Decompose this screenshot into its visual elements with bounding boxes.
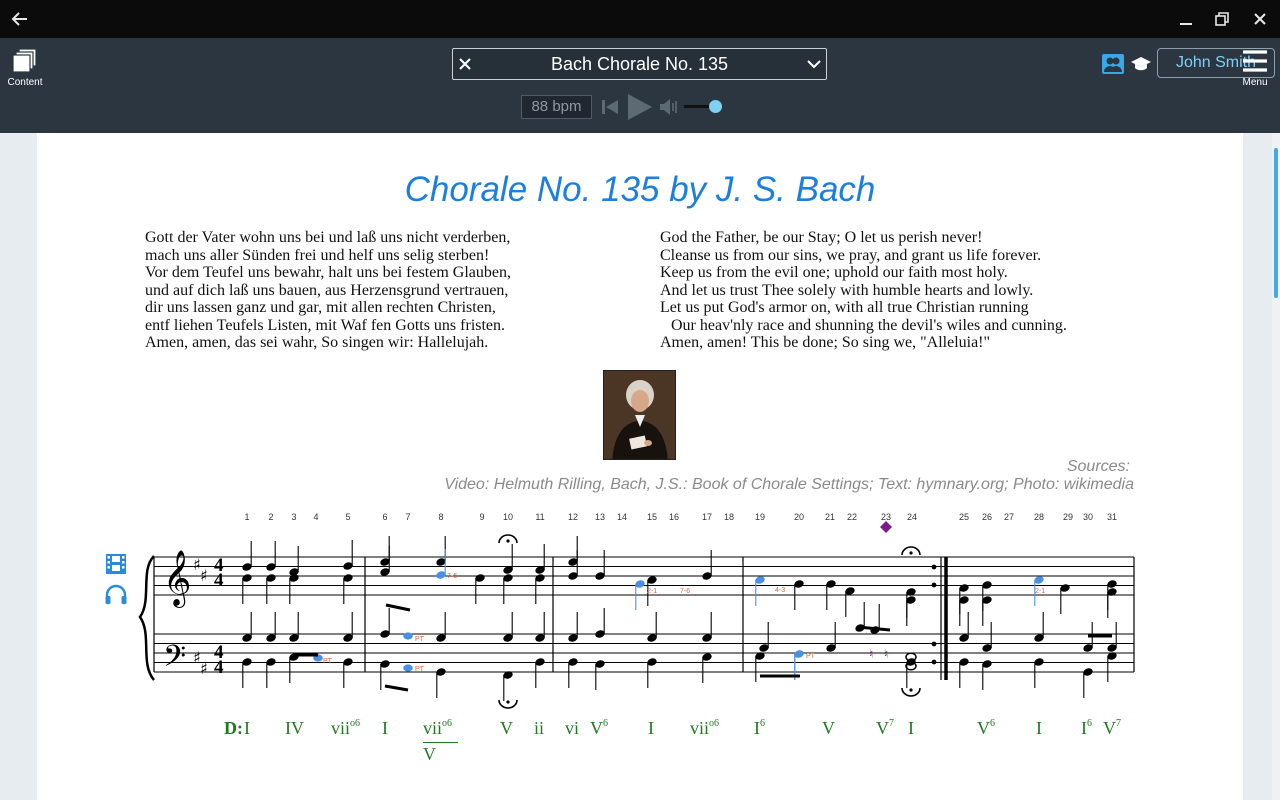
learn-mode-button[interactable] bbox=[1128, 52, 1154, 76]
mute-button[interactable] bbox=[658, 92, 680, 122]
annotation-pt: PT bbox=[415, 666, 425, 673]
annotation-suspension: 4-3 bbox=[775, 587, 785, 594]
close-icon bbox=[1254, 13, 1266, 25]
tempo-field[interactable]: 88 bpm bbox=[521, 95, 592, 119]
secondary-dominant-denominator: V bbox=[423, 744, 436, 764]
german-lyric-line: mach uns aller Sünden frei und helf uns … bbox=[145, 246, 490, 264]
scrollbar-thumb[interactable] bbox=[1274, 148, 1278, 298]
english-lyrics: God the Father, be our Stay; O let us pe… bbox=[660, 229, 1067, 352]
content-label: Content bbox=[7, 77, 43, 88]
back-arrow-icon bbox=[11, 12, 27, 26]
svg-text:4: 4 bbox=[214, 570, 224, 591]
annotation-suspension: 7-6 bbox=[680, 588, 690, 595]
volume-slider-handle[interactable] bbox=[709, 100, 722, 113]
close-window-button[interactable] bbox=[1246, 0, 1274, 38]
roman-numeral: V6 bbox=[590, 718, 608, 738]
music-score: 𝄞 𝄢 ♯ ♯ ♯ ♯ 4 4 4 4 ♮ ♮ PT PT PT PT 7-6 2… bbox=[138, 521, 1135, 709]
roman-numeral: V7 bbox=[1103, 718, 1121, 738]
german-lyric-line: Gott der Vater wohn uns bei und laß uns … bbox=[145, 229, 511, 246]
current-note-marker: ♮ bbox=[884, 647, 888, 661]
close-icon bbox=[459, 58, 471, 70]
treble-clef: 𝄞 bbox=[163, 550, 191, 608]
roman-numeral: I bbox=[908, 718, 914, 738]
grand-staff-brace bbox=[138, 555, 156, 681]
piece-selector-title: Bach Chorale No. 135 bbox=[550, 54, 729, 74]
annotation-suspension: 2-1 bbox=[1035, 588, 1045, 595]
hamburger-menu-icon bbox=[1243, 50, 1267, 72]
menu-button[interactable]: Menu bbox=[1232, 48, 1278, 88]
sources-text: Video: Helmuth Rilling, Bach, J.S.: Book… bbox=[444, 476, 1134, 493]
sources-label: Sources: bbox=[1066, 458, 1130, 475]
bach-portrait-image bbox=[603, 370, 676, 460]
note-beam bbox=[384, 684, 409, 692]
roman-numeral: V7 bbox=[876, 718, 894, 738]
restore-window-icon bbox=[1215, 12, 1229, 26]
piece-selector-dropdown[interactable]: Bach Chorale No. 135 bbox=[452, 48, 827, 80]
english-lyric-line: Keep us from the evil one; uphold our fa… bbox=[660, 264, 1008, 281]
english-lyric-line: Cleanse us from our sins, we pray, and g… bbox=[660, 246, 1042, 264]
skip-back-icon bbox=[602, 100, 618, 114]
svg-text:♯: ♯ bbox=[200, 659, 208, 678]
german-lyric-line: Amen, amen, das sei wahr, So singen wir:… bbox=[145, 334, 489, 351]
minimize-button[interactable] bbox=[1172, 0, 1200, 38]
bass-clef: 𝄢 bbox=[163, 640, 186, 681]
annotation-suspension: 2-1 bbox=[647, 588, 657, 595]
content-stack-icon bbox=[12, 48, 37, 73]
roman-numeral: I bbox=[648, 718, 654, 738]
roman-numeral: V bbox=[822, 718, 835, 738]
passing-note bbox=[403, 632, 413, 640]
german-lyric-line: Vor dem Teufel uns bewahr, halt uns bei … bbox=[145, 264, 511, 281]
passing-note bbox=[403, 664, 413, 672]
svg-text:♯: ♯ bbox=[200, 566, 208, 585]
svg-text:4: 4 bbox=[214, 657, 224, 678]
german-lyrics: Gott der Vater wohn uns bei und laß uns … bbox=[145, 229, 511, 352]
annotation-pt: PT bbox=[415, 636, 425, 643]
secondary-dominant-line bbox=[423, 742, 458, 743]
window-titlebar bbox=[0, 0, 1280, 38]
roman-numeral: I6 bbox=[754, 718, 765, 738]
play-icon bbox=[628, 94, 652, 120]
back-button[interactable] bbox=[6, 0, 34, 38]
annotation-pt: PT bbox=[806, 653, 816, 660]
people-icon bbox=[1102, 54, 1124, 74]
play-button[interactable] bbox=[624, 92, 654, 122]
roman-numeral: viio6 bbox=[331, 718, 361, 738]
annotation-suspension: 7-6 bbox=[447, 573, 457, 580]
roman-numeral: I bbox=[382, 718, 388, 738]
german-lyric-line: und auf dich laß uns bauen, aus Herzensg… bbox=[145, 281, 509, 299]
menu-label: Menu bbox=[1242, 77, 1268, 88]
clear-selection-button[interactable] bbox=[455, 49, 475, 79]
roman-numeral: IV bbox=[285, 718, 304, 738]
german-lyric-line: dir uns lassen ganz und gar, mit allen r… bbox=[145, 299, 496, 316]
minimize-icon bbox=[1180, 23, 1192, 25]
current-beat-marker bbox=[880, 521, 892, 533]
german-lyric-line: entf liehen Teufels Listen, mit Waf fen … bbox=[145, 316, 506, 334]
speaker-icon bbox=[660, 99, 677, 115]
graduation-cap-icon bbox=[1131, 57, 1151, 71]
content-button[interactable]: Content bbox=[2, 48, 48, 88]
english-lyric-line: Amen, amen! This be done; So sing we, "A… bbox=[660, 334, 991, 351]
roman-numeral: viio6 bbox=[423, 718, 453, 738]
roman-numeral: V bbox=[500, 718, 513, 738]
key-label: D: bbox=[224, 718, 243, 738]
chorale-title: Chorale No. 135 by J. S. Bach bbox=[404, 170, 876, 209]
roman-numeral: vi bbox=[565, 718, 580, 738]
roman-numeral: I bbox=[244, 718, 250, 738]
roman-numeral: ii bbox=[534, 718, 545, 738]
current-note-marker: ♮ bbox=[869, 647, 873, 661]
maximize-button[interactable] bbox=[1208, 0, 1236, 38]
english-lyric-line: And let us trust Thee solely with humble… bbox=[660, 281, 1034, 299]
english-lyric-line: Let us put God's armor on, with all true… bbox=[660, 299, 1029, 316]
roman-numeral: I bbox=[1036, 718, 1042, 738]
roman-numeral: V6 bbox=[977, 718, 995, 738]
english-lyric-line: Our heav'nly race and shunning the devil… bbox=[671, 316, 1067, 334]
ensemble-mode-button[interactable] bbox=[1100, 52, 1126, 76]
chevron-down-icon bbox=[804, 49, 824, 79]
skip-to-start-button[interactable] bbox=[600, 92, 620, 122]
roman-numeral: viio6 bbox=[690, 718, 720, 738]
annotation-pt: PT bbox=[323, 658, 333, 665]
english-lyric-line: God the Father, be our Stay; O let us pe… bbox=[660, 229, 983, 246]
roman-numeral: I6 bbox=[1081, 718, 1092, 738]
